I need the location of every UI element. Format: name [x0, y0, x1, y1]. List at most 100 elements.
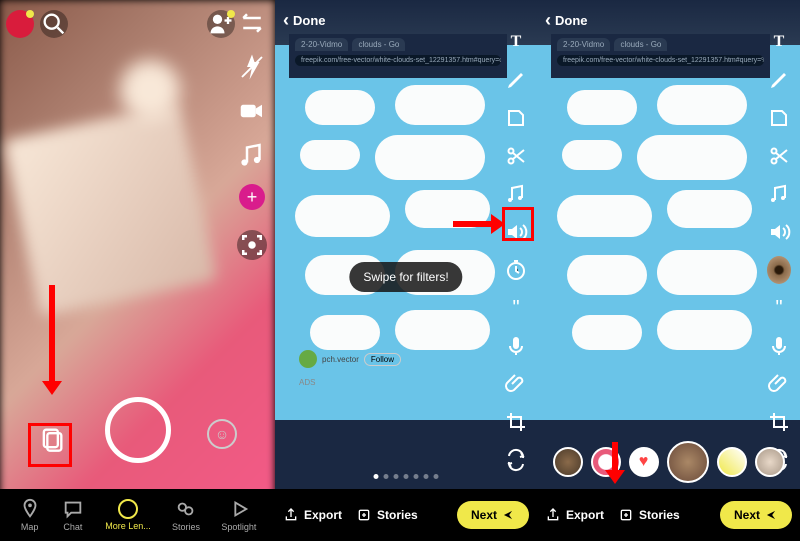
speaker-icon: [767, 220, 791, 244]
annotation-arrow: [612, 442, 618, 474]
paperclip-icon: [767, 372, 791, 396]
clouds-image: [557, 80, 770, 410]
browser-tab: clouds - Go: [614, 38, 667, 51]
bottom-action-row: Export Stories Next: [275, 489, 537, 541]
paperclip-icon: [504, 372, 528, 396]
text-icon: T: [511, 33, 522, 51]
voice-button[interactable]: [767, 334, 791, 358]
next-label: Next: [734, 508, 760, 522]
next-button[interactable]: Next: [457, 501, 529, 529]
link-button[interactable]: ": [504, 296, 528, 320]
profile-avatar[interactable]: [6, 10, 34, 38]
browser-tab: 2-20-Vidmo: [295, 38, 348, 51]
video-button[interactable]: [237, 96, 267, 126]
nav-stories[interactable]: Stories: [172, 498, 200, 532]
nav-map[interactable]: Map: [19, 498, 41, 532]
panel-camera: + ☺ Map Chat More Len... Stories Spotlig…: [0, 0, 275, 541]
chevron-left-icon: ‹: [283, 10, 289, 31]
flip-camera-button[interactable]: [237, 8, 267, 38]
done-button[interactable]: ‹Done: [283, 8, 326, 32]
scan-icon: [237, 230, 267, 260]
nav-chat[interactable]: Chat: [62, 498, 84, 532]
next-button[interactable]: Next: [720, 501, 792, 529]
music-button[interactable]: [237, 140, 267, 170]
text-tool-button[interactable]: T: [504, 30, 528, 54]
music-button[interactable]: [767, 182, 791, 206]
sticker-button[interactable]: [767, 106, 791, 130]
lens-carousel[interactable]: ♥: [553, 441, 785, 483]
sticker-icon: [767, 106, 791, 130]
stories-label: Stories: [639, 508, 680, 522]
browser-url: freepik.com/free-vector/white-clouds-set…: [557, 55, 764, 66]
stories-button[interactable]: Stories: [356, 507, 418, 523]
music-icon: [504, 182, 528, 206]
add-button[interactable]: +: [239, 184, 265, 210]
export-label: Export: [304, 508, 342, 522]
nav-label: Spotlight: [221, 522, 256, 532]
scissors-button[interactable]: [504, 144, 528, 168]
export-icon: [545, 507, 561, 523]
remix-icon: [504, 448, 528, 472]
eye-icon: [767, 256, 791, 284]
export-button[interactable]: Export: [545, 507, 604, 523]
link-button[interactable]: ": [767, 296, 791, 320]
attach-button[interactable]: [504, 372, 528, 396]
send-icon: [501, 508, 515, 522]
stories-button[interactable]: Stories: [618, 507, 680, 523]
sticker-button[interactable]: [504, 106, 528, 130]
next-label: Next: [471, 508, 497, 522]
text-tool-button[interactable]: T: [767, 30, 791, 54]
export-label: Export: [566, 508, 604, 522]
send-icon: [764, 508, 778, 522]
play-icon: [228, 498, 250, 520]
video-icon: [237, 96, 267, 126]
search-icon: [40, 10, 68, 38]
remix-button[interactable]: [504, 448, 528, 472]
browser-tab: 2-20-Vidmo: [557, 38, 610, 51]
eye-lens-preview[interactable]: [767, 258, 791, 282]
scan-button[interactable]: [237, 230, 267, 260]
quote-icon: ": [512, 297, 519, 320]
done-button[interactable]: ‹ Done: [545, 8, 588, 32]
lens-option[interactable]: ♥: [629, 447, 659, 477]
music-icon: [237, 140, 267, 170]
lens-ring-icon: [118, 499, 138, 519]
lens-option[interactable]: [553, 447, 583, 477]
draw-tool-button[interactable]: [504, 68, 528, 92]
lenses-button[interactable]: ☺: [207, 419, 237, 449]
crop-button[interactable]: [767, 410, 791, 434]
captured-browser-chrome: 2-20-Vidmo clouds - Go freepik.com/free-…: [551, 34, 770, 78]
capture-button[interactable]: [105, 397, 171, 463]
mic-icon: [504, 334, 528, 358]
stories-icon: [175, 498, 197, 520]
flip-icon: [237, 8, 267, 38]
lens-option[interactable]: [717, 447, 747, 477]
nav-spotlight[interactable]: Spotlight: [221, 498, 256, 532]
export-button[interactable]: Export: [283, 507, 342, 523]
add-friend-button[interactable]: [207, 10, 235, 38]
nav-label: More Len...: [105, 521, 151, 531]
timer-button[interactable]: [504, 258, 528, 282]
draw-tool-button[interactable]: [767, 68, 791, 92]
sound-button[interactable]: [767, 220, 791, 244]
scissors-button[interactable]: [767, 144, 791, 168]
filter-pagination: [374, 474, 439, 479]
lens-option[interactable]: [755, 447, 785, 477]
music-button[interactable]: [504, 182, 528, 206]
stories-icon: [356, 507, 372, 523]
crop-button[interactable]: [504, 410, 528, 434]
attach-button[interactable]: [767, 372, 791, 396]
memories-button[interactable]: [38, 425, 66, 453]
search-button[interactable]: [40, 10, 68, 38]
flash-button[interactable]: [237, 52, 267, 82]
lens-option-selected[interactable]: [667, 441, 709, 483]
flash-icon: [237, 52, 267, 82]
browser-url: freepik.com/free-vector/white-clouds-set…: [295, 55, 501, 66]
voice-button[interactable]: [504, 334, 528, 358]
scissors-icon: [767, 144, 791, 168]
bottom-action-row: Export Stories Next: [537, 489, 800, 541]
nav-more-lenses[interactable]: More Len...: [105, 499, 151, 531]
browser-tab: clouds - Go: [352, 38, 405, 51]
chevron-left-icon: ‹: [545, 10, 551, 31]
done-label: Done: [555, 13, 588, 28]
